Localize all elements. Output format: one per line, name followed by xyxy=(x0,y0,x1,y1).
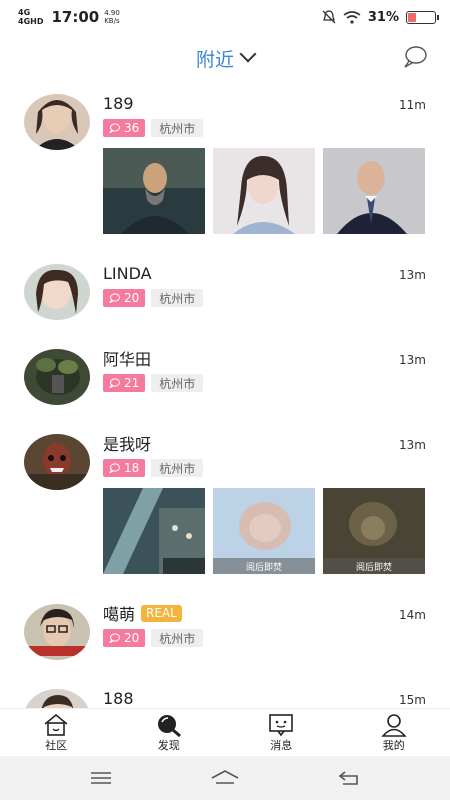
profile-icon xyxy=(381,713,407,737)
nearby-feed[interactable]: 189 11m 36 杭州市 LINDA 13m 20 杭州市 阿华田 13m … xyxy=(0,88,450,708)
photo-thumbnail[interactable] xyxy=(103,148,205,234)
tab-bar: 社区 发现 消息 我的 xyxy=(0,708,450,756)
network-1: 4G xyxy=(18,8,31,17)
avatar[interactable] xyxy=(24,349,90,405)
distance-time: 15m xyxy=(399,693,426,707)
photo-thumbnail[interactable] xyxy=(323,148,425,234)
chat-bubble-icon xyxy=(109,378,120,388)
comment-count: 21 xyxy=(124,376,140,390)
photo-thumbnail[interactable]: 阅后即焚 xyxy=(213,488,315,574)
tab-label: 消息 xyxy=(270,738,293,752)
user-name[interactable]: 噶萌 xyxy=(103,601,135,625)
chat-icon[interactable] xyxy=(402,44,428,70)
system-nav-bar xyxy=(0,756,450,800)
distance-time: 13m xyxy=(399,353,426,367)
city-tag: 杭州市 xyxy=(151,459,204,477)
burn-after-reading-label: 阅后即焚 xyxy=(213,558,315,574)
speed-value: 4.90 xyxy=(104,9,120,17)
wifi-icon xyxy=(343,10,361,24)
photo-thumbnail[interactable] xyxy=(103,488,205,574)
battery-icon xyxy=(406,10,439,24)
network-2: 4GHD xyxy=(18,17,44,26)
location-selector[interactable]: 附近 xyxy=(195,45,257,72)
distance-time: 13m xyxy=(399,268,426,282)
comment-count: 36 xyxy=(124,121,140,135)
avatar[interactable] xyxy=(24,689,90,708)
avatar[interactable] xyxy=(24,604,90,660)
feed-item[interactable]: 阿华田 13m 21 杭州市 xyxy=(0,343,450,428)
tab-community[interactable]: 社区 xyxy=(0,709,113,756)
user-name[interactable]: 阿华田 xyxy=(103,346,151,370)
status-bar: 4G 4GHD 17:00 4.90 KB/s 31% xyxy=(0,0,450,34)
mute-icon xyxy=(322,10,336,24)
tab-label: 发现 xyxy=(157,738,180,752)
comment-count: 20 xyxy=(124,631,140,645)
chat-bubble-icon xyxy=(109,293,120,303)
tab-messages[interactable]: 消息 xyxy=(225,709,338,756)
network-indicator: 4G 4GHD xyxy=(18,8,43,26)
burn-after-reading-label: 阅后即焚 xyxy=(323,558,425,574)
speed-unit: KB/s xyxy=(104,17,120,25)
clock: 17:00 xyxy=(51,8,100,26)
battery-percent: 31% xyxy=(367,9,399,25)
comment-count-badge: 18 xyxy=(103,459,146,477)
city-tag: 杭州市 xyxy=(151,119,204,137)
tab-label: 社区 xyxy=(45,738,68,752)
feed-item[interactable]: 噶萌 REAL 14m 20 杭州市 xyxy=(0,598,450,683)
city-tag: 杭州市 xyxy=(151,289,204,307)
city-tag: 杭州市 xyxy=(151,374,204,392)
feed-item[interactable]: 188 15m xyxy=(0,683,450,708)
comment-count: 20 xyxy=(124,291,140,305)
chevron-down-icon xyxy=(239,45,257,63)
discover-icon xyxy=(157,714,181,737)
user-name[interactable]: LINDA xyxy=(103,264,152,283)
back-icon[interactable] xyxy=(337,769,361,787)
avatar[interactable] xyxy=(24,434,90,490)
network-speed: 4.90 KB/s xyxy=(104,9,120,25)
chat-bubble-icon xyxy=(109,123,120,133)
distance-time: 11m xyxy=(399,98,426,112)
chat-bubble-icon xyxy=(109,463,120,473)
city-tag: 杭州市 xyxy=(151,629,204,647)
feed-item[interactable]: 189 11m 36 杭州市 xyxy=(0,88,450,258)
photo-thumbnail[interactable]: 阅后即焚 xyxy=(323,488,425,574)
comment-count-badge: 36 xyxy=(103,119,146,137)
tab-profile[interactable]: 我的 xyxy=(338,709,450,756)
user-name[interactable]: 188 xyxy=(103,689,134,708)
tab-discover[interactable]: 发现 xyxy=(113,709,226,756)
user-name[interactable]: 189 xyxy=(103,94,134,113)
header-title: 附近 xyxy=(195,48,234,71)
tab-label: 我的 xyxy=(382,738,405,752)
photo-thumbnail[interactable] xyxy=(213,148,315,234)
comment-count-badge: 20 xyxy=(103,289,146,307)
chat-bubble-icon xyxy=(109,633,120,643)
home-nav-icon[interactable] xyxy=(210,769,240,787)
user-name[interactable]: 是我呀 xyxy=(103,431,151,455)
avatar[interactable] xyxy=(24,94,90,150)
home-icon xyxy=(44,713,68,736)
distance-time: 14m xyxy=(399,608,426,622)
comment-count-badge: 20 xyxy=(103,629,146,647)
real-badge: REAL xyxy=(141,604,182,622)
photo-grid: 阅后即焚 阅后即焚 xyxy=(103,488,426,574)
photo-grid xyxy=(103,148,426,234)
avatar[interactable] xyxy=(24,264,90,320)
message-icon xyxy=(269,713,294,736)
feed-item[interactable]: LINDA 13m 20 杭州市 xyxy=(0,258,450,343)
menu-icon[interactable] xyxy=(89,770,113,786)
feed-item[interactable]: 是我呀 13m 18 杭州市 阅后即焚 阅后即焚 xyxy=(0,428,450,598)
header: 附近 xyxy=(0,38,450,78)
comment-count-badge: 21 xyxy=(103,374,146,392)
comment-count: 18 xyxy=(124,461,140,475)
distance-time: 13m xyxy=(399,438,426,452)
